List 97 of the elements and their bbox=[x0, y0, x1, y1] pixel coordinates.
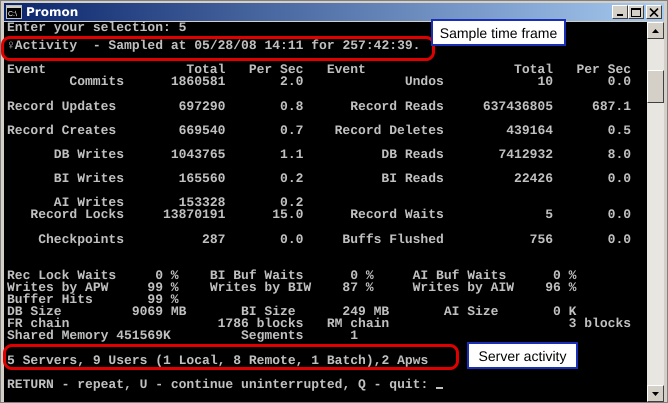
prompt-text: RETURN - repeat, U - continue uninterrupted, Q - quit: bbox=[7, 378, 428, 391]
callout-box: Server activity bbox=[467, 342, 578, 369]
close-button[interactable] bbox=[646, 5, 662, 19]
table-cell-text: 0.0 bbox=[279, 234, 304, 246]
stat-value: 1786 blocks bbox=[216, 318, 304, 330]
table-cell-text: 7412932 bbox=[497, 148, 554, 162]
table-cell-text: 1.1 bbox=[279, 148, 304, 162]
stat-label: AI Size bbox=[442, 306, 498, 318]
stat-label: Rec Lock Waits bbox=[7, 270, 118, 282]
table-cell-text: 669540 bbox=[178, 124, 226, 137]
stat-value: 99 % bbox=[147, 294, 179, 306]
stat-label: Writes by BIW bbox=[208, 282, 312, 294]
close-icon bbox=[649, 8, 659, 16]
window-title: Promon bbox=[26, 5, 80, 19]
table-cell-text: 0.2 bbox=[279, 173, 304, 186]
stat-label: BI Size bbox=[241, 306, 296, 318]
table-cell-text: 439164 bbox=[505, 124, 554, 137]
minimize-icon bbox=[617, 14, 623, 16]
table-cell-text: 1860581 bbox=[170, 76, 226, 88]
stat-label: AI Buf Waits bbox=[412, 270, 506, 282]
stat-value: 0 % bbox=[553, 270, 576, 282]
table-cell-text: 0.7 bbox=[279, 124, 304, 137]
table-cell-text: 1043765 bbox=[170, 148, 226, 162]
table-cell-text: 0.0 bbox=[606, 234, 632, 246]
table-cell-text: 637436805 bbox=[482, 100, 554, 113]
table-cell-text: 15.0 bbox=[271, 209, 304, 222]
table-cell-text: 287 bbox=[201, 234, 226, 246]
minimize-button[interactable] bbox=[612, 5, 628, 19]
column-header: Per Sec bbox=[248, 64, 304, 76]
stat-label: FR chain bbox=[7, 318, 70, 330]
stat-value: 9069 MB bbox=[132, 306, 186, 318]
stat-label: RM chain bbox=[326, 318, 390, 330]
stat-value: 249 MB bbox=[342, 306, 390, 318]
table-cell-text: Record Reads bbox=[349, 100, 444, 113]
table-cell-text: Record Updates bbox=[7, 100, 118, 113]
table-cell-text: BI Writes bbox=[52, 173, 124, 186]
table-cell-text: Undos bbox=[404, 76, 444, 88]
table-cell-text: Record Deletes bbox=[334, 124, 444, 137]
stat-value: 1 bbox=[349, 330, 358, 342]
scroll-up-button[interactable] bbox=[647, 22, 664, 39]
table-cell-text: Checkpoints bbox=[37, 234, 124, 246]
stat-label: Shared Memory bbox=[7, 330, 110, 342]
stat-value: 0 % bbox=[350, 270, 374, 282]
table-cell-text: 0.8 bbox=[279, 100, 304, 113]
scroll-down-button[interactable] bbox=[647, 385, 664, 402]
stat-value: 96 % bbox=[544, 282, 576, 294]
table-cell-text: 10 bbox=[536, 76, 554, 88]
stat-label: Segments bbox=[240, 330, 304, 342]
table-cell-text: 0.2 bbox=[280, 197, 304, 210]
table-cell-text: Record Waits bbox=[349, 209, 444, 222]
column-header: Total bbox=[186, 64, 226, 76]
stat-label: Writes by AIW bbox=[412, 282, 514, 294]
server-status-text: 5 Servers, 9 Users (1 Local, 8 Remote, 1 Batch),2 Apws bbox=[7, 354, 428, 367]
table-cell-text: Record Creates bbox=[7, 124, 118, 137]
column-header: Event bbox=[7, 64, 48, 76]
table-cell-text: 5 bbox=[544, 209, 554, 222]
up-arrow-icon bbox=[652, 28, 659, 32]
stat-value: 451569K bbox=[116, 330, 171, 342]
stat-value: 3 blocks bbox=[568, 318, 632, 330]
table-cell-text: DB Reads bbox=[380, 148, 444, 162]
table-cell-text: 165560 bbox=[178, 173, 226, 186]
maximize-icon bbox=[631, 8, 641, 16]
table-cell-text: DB Writes bbox=[52, 148, 124, 162]
table-cell-text: 0.0 bbox=[606, 209, 632, 222]
column-header: Per Sec bbox=[575, 64, 632, 76]
stat-label: Buffer Hits bbox=[7, 294, 94, 306]
table-cell-text: Buffs Flushed bbox=[341, 234, 444, 246]
table-cell-text: 22426 bbox=[513, 173, 554, 186]
table-cell-text: 8.0 bbox=[606, 148, 632, 162]
stat-value: 0 % bbox=[155, 270, 179, 282]
column-header: Total bbox=[513, 64, 554, 76]
table-cell-text: Record Locks bbox=[29, 209, 124, 222]
table-cell-text: AI Writes bbox=[54, 197, 124, 210]
table-cell-text: 756 bbox=[528, 234, 554, 246]
console-text: ♀Activity - Sampled at 05/28/08 14:11 for 257:42:39. bbox=[7, 40, 420, 52]
stat-label: DB Size bbox=[7, 306, 62, 318]
column-header: Event bbox=[326, 64, 367, 76]
table-cell-text: BI Reads bbox=[380, 173, 444, 186]
table-cell-text: 13870191 bbox=[162, 209, 226, 222]
maximize-button[interactable] bbox=[628, 5, 644, 19]
table-cell-text: 2.0 bbox=[279, 76, 304, 88]
text-cursor bbox=[436, 386, 444, 389]
down-arrow-icon bbox=[652, 392, 659, 396]
table-cell-text: 687.1 bbox=[591, 100, 632, 113]
stat-value: 0 K bbox=[552, 306, 576, 318]
stat-value: 87 % bbox=[341, 282, 374, 294]
table-cell-text: Commits bbox=[68, 76, 124, 88]
stat-label: BI Buf Waits bbox=[208, 270, 304, 282]
table-cell-text: 0.0 bbox=[606, 173, 632, 186]
table-cell-text: 697290 bbox=[178, 100, 226, 113]
table-cell-text: 0.0 bbox=[606, 76, 632, 88]
callout-box: Sample time frame bbox=[431, 19, 566, 46]
table-cell-text: 153328 bbox=[178, 197, 226, 210]
stat-value: 99 % bbox=[146, 282, 179, 294]
table-cell-text: 0.5 bbox=[606, 124, 632, 137]
scroll-thumb[interactable] bbox=[647, 70, 664, 103]
stat-label: Writes by APW bbox=[7, 282, 110, 294]
